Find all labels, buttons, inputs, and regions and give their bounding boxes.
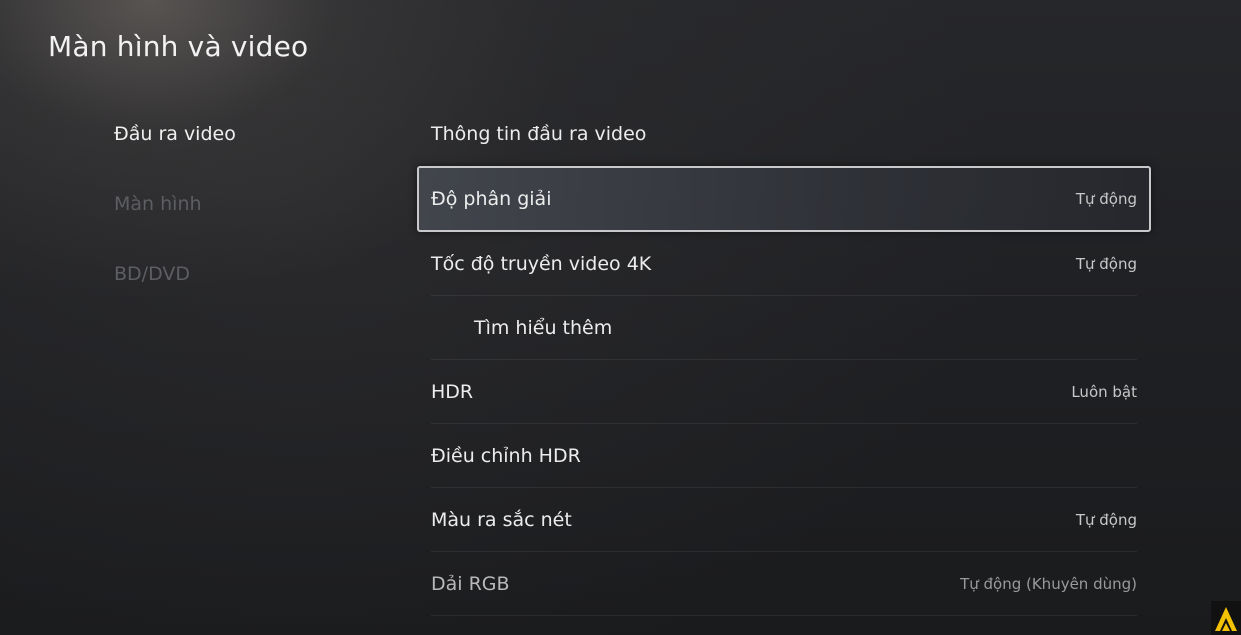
sidebar: Đầu ra video Màn hình BD/DVD bbox=[114, 118, 236, 328]
setting-label: Tốc độ truyền video 4K bbox=[431, 252, 652, 275]
sidebar-item-video-output[interactable]: Đầu ra video bbox=[114, 118, 236, 188]
setting-value: Tự động bbox=[1075, 254, 1137, 273]
setting-value: Luôn bật bbox=[1071, 382, 1137, 401]
setting-value: Tự động bbox=[1075, 190, 1137, 208]
setting-value: Tự động bbox=[1075, 510, 1137, 529]
setting-label: Dải RGB bbox=[431, 572, 510, 595]
setting-video-output-info[interactable]: Thông tin đầu ra video bbox=[431, 102, 1137, 166]
setting-label: Màu ra sắc nét bbox=[431, 508, 572, 531]
watermark-logo-icon bbox=[1211, 601, 1241, 635]
setting-label: HDR bbox=[431, 380, 474, 403]
page-title: Màn hình và video bbox=[48, 30, 309, 63]
sidebar-item-bd-dvd[interactable]: BD/DVD bbox=[114, 258, 236, 328]
setting-label: Tìm hiểu thêm bbox=[474, 316, 613, 339]
setting-adjust-hdr[interactable]: Điều chỉnh HDR bbox=[431, 424, 1137, 488]
setting-rgb-range[interactable]: Dải RGB Tự động (Khuyên dùng) bbox=[431, 552, 1137, 616]
setting-label: Thông tin đầu ra video bbox=[431, 122, 647, 145]
setting-label: Độ phân giải bbox=[431, 188, 552, 210]
setting-learn-more[interactable]: Tìm hiểu thêm bbox=[431, 296, 1137, 360]
setting-hdr[interactable]: HDR Luôn bật bbox=[431, 360, 1137, 424]
settings-list: Thông tin đầu ra video Độ phân giải Tự đ… bbox=[417, 102, 1151, 616]
setting-4k-transfer-rate[interactable]: Tốc độ truyền video 4K Tự động bbox=[431, 232, 1137, 296]
setting-deep-color-output[interactable]: Màu ra sắc nét Tự động bbox=[431, 488, 1137, 552]
setting-value: Tự động (Khuyên dùng) bbox=[960, 574, 1137, 593]
setting-resolution[interactable]: Độ phân giải Tự động bbox=[417, 166, 1151, 232]
sidebar-item-display[interactable]: Màn hình bbox=[114, 188, 236, 258]
setting-label: Điều chỉnh HDR bbox=[431, 444, 581, 467]
